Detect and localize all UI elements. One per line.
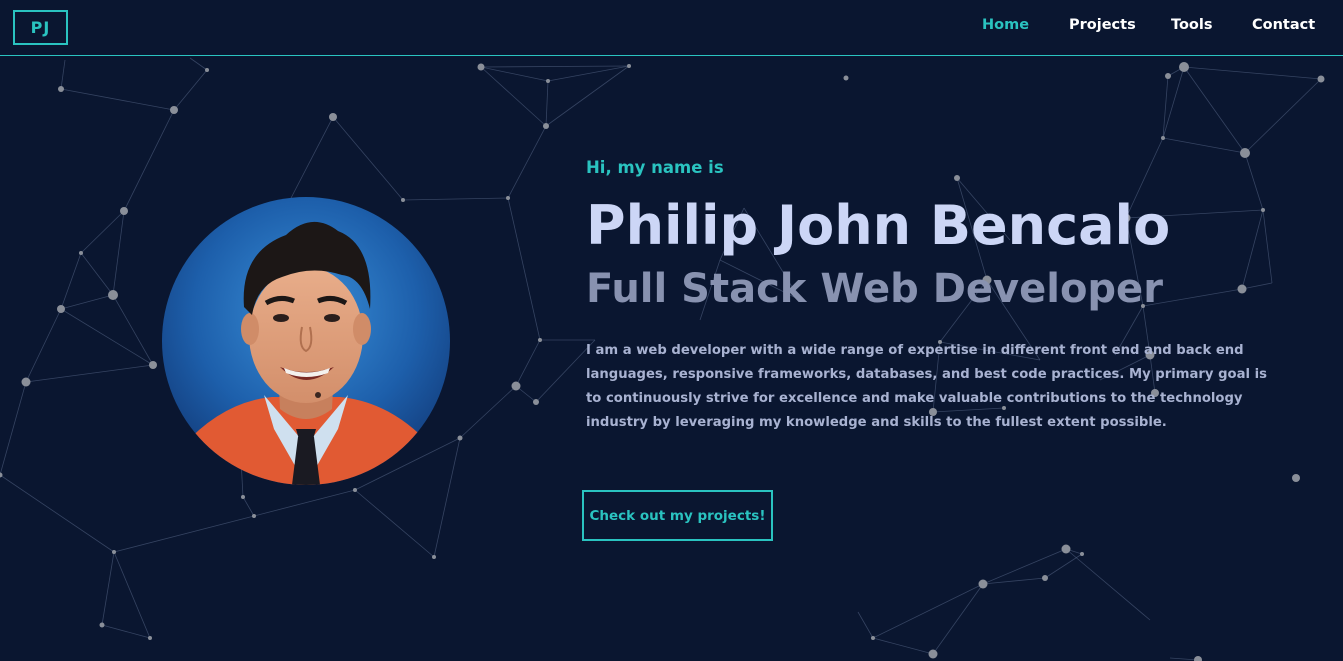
page: PJ Home Projects Tools Contact Hi, my na…	[0, 0, 1343, 661]
check-projects-button[interactable]: Check out my projects!	[582, 490, 773, 541]
hero-name: Philip John Bencalo	[586, 194, 1171, 257]
nav-link-home[interactable]: Home	[982, 17, 1029, 33]
hero-role: Full Stack Web Developer	[586, 266, 1163, 312]
nav-link-tools[interactable]: Tools	[1171, 17, 1213, 33]
hero-bio: I am a web developer with a wide range o…	[586, 343, 1267, 430]
nav-link-contact[interactable]: Contact	[1252, 17, 1315, 33]
greeting: Hi, my name is	[586, 158, 724, 177]
profile-photo	[162, 197, 450, 485]
navbar: PJ Home Projects Tools Contact	[0, 0, 1343, 56]
logo[interactable]: PJ	[13, 10, 68, 45]
nav-link-projects[interactable]: Projects	[1069, 17, 1136, 33]
hero-content: Hi, my name is Philip John Bencalo Full …	[586, 156, 1296, 435]
